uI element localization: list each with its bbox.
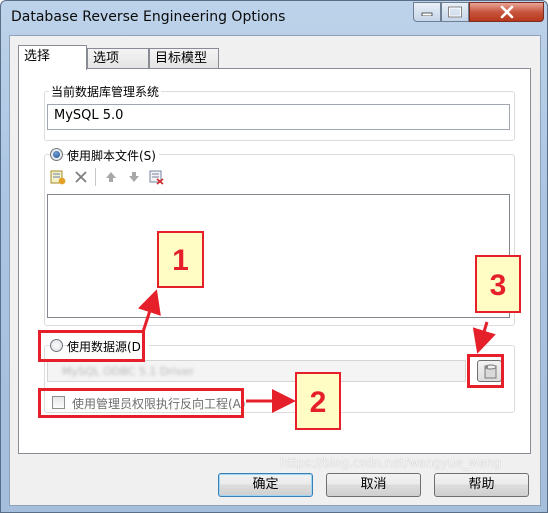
arrow-1 [138,289,161,333]
tab-selection[interactable]: 选择 [18,45,87,70]
arrow-3 [472,321,496,354]
annotation-arrows [138,289,496,413]
annotation-box-browse [467,354,504,388]
